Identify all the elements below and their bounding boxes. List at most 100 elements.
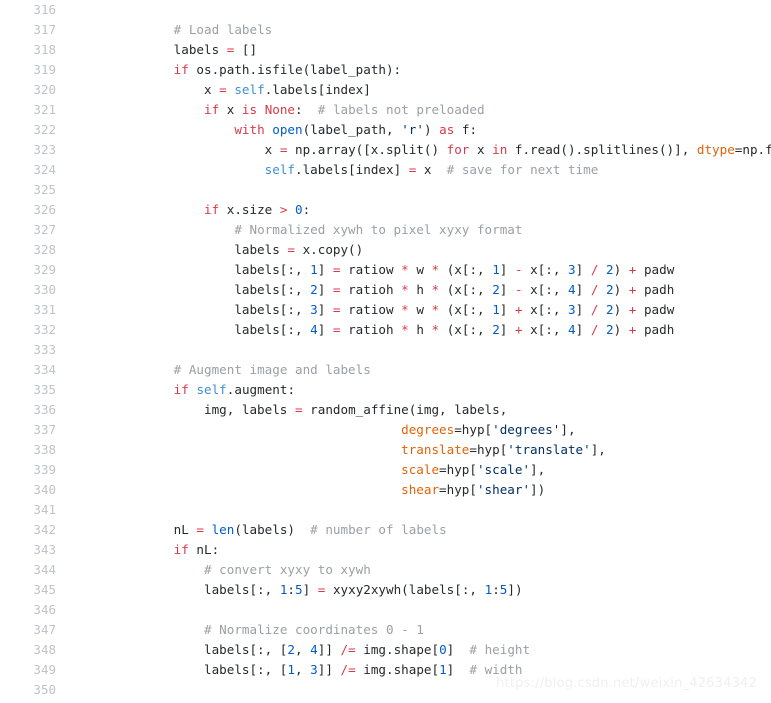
code-line-content[interactable]: img, labels = random_affine(img, labels, xyxy=(66,400,771,420)
code-line-content[interactable]: # Load labels xyxy=(66,20,771,40)
code-token-num: 0 xyxy=(295,202,303,217)
code-line-content[interactable]: labels[:, 4] = ratioh * h * (x[:, 2] + x… xyxy=(66,320,771,340)
code-line-content[interactable]: translate=hyp['translate'], xyxy=(66,440,771,460)
line-number: 333 xyxy=(0,340,66,360)
line-number: 350 xyxy=(0,680,66,700)
code-line: 348 labels[:, [2, 4]] /= img.shape[0] # … xyxy=(0,640,771,660)
code-token-plain: x.copy() xyxy=(294,242,364,257)
code-token-comment: # Load labels xyxy=(173,22,273,37)
code-line: 316 xyxy=(0,0,771,20)
code-line-content[interactable]: x = self.labels[index] xyxy=(66,80,771,100)
line-number: 338 xyxy=(0,440,66,460)
code-line-content[interactable]: # Normalize coordinates 0 - 1 xyxy=(66,620,771,640)
code-line: 336 img, labels = random_affine(img, lab… xyxy=(0,400,771,420)
code-line-content[interactable]: x = np.array([x.split() for x in f.read(… xyxy=(66,140,771,160)
code-token-plain: .labels[index] xyxy=(295,162,409,177)
code-line-content[interactable]: labels = x.copy() xyxy=(66,240,771,260)
code-token-num: 3 xyxy=(568,262,576,277)
code-line-content[interactable]: labels[:, 3] = ratiow * w * (x[:, 1] + x… xyxy=(66,300,771,320)
code-line-content[interactable]: scale=hyp['scale'], xyxy=(66,460,771,480)
code-token-op: = xyxy=(196,522,204,537)
line-number: 342 xyxy=(0,520,66,540)
code-line-content[interactable]: labels[:, 1:5] = xyxy2xywh(labels[:, 1:5… xyxy=(66,580,771,600)
code-token-op: = xyxy=(332,262,341,277)
code-token-comment: # Normalize coordinates 0 - 1 xyxy=(204,622,424,637)
code-token-num: 5 xyxy=(295,582,303,597)
code-line-content[interactable] xyxy=(66,0,771,20)
code-line-content[interactable] xyxy=(66,500,771,520)
code-line-content[interactable] xyxy=(66,340,771,360)
code-token-plain: padh xyxy=(636,322,675,337)
code-token-plain: ] xyxy=(575,322,591,337)
code-token-plain: ] xyxy=(499,282,515,297)
code-token-op: /= xyxy=(340,642,356,657)
code-token-op: * xyxy=(401,282,409,297)
code-line: 330 labels[:, 2] = ratioh * h * (x[:, 2]… xyxy=(0,280,771,300)
code-line-content[interactable]: degrees=hyp['degrees'], xyxy=(66,420,771,440)
line-number: 332 xyxy=(0,320,66,340)
code-token-plain: nL xyxy=(113,522,197,537)
code-line-content[interactable] xyxy=(66,680,771,700)
code-token-fn: len xyxy=(211,522,235,537)
code-line-content[interactable]: labels[:, [1, 3]] /= img.shape[1] # widt… xyxy=(66,660,771,680)
code-line-content[interactable]: if self.augment: xyxy=(66,380,771,400)
code-listing: 316 317 # Load labels 318 labels = [] 319 … xyxy=(0,0,771,700)
code-token-op: = xyxy=(287,242,295,257)
line-number: 321 xyxy=(0,100,66,120)
code-token-plain: ] xyxy=(499,262,515,277)
code-token-plain: .augment: xyxy=(226,382,296,397)
code-token-comment: # number of labels xyxy=(295,522,447,537)
code-line-content[interactable]: labels[:, [2, 4]] /= img.shape[0] # heig… xyxy=(66,640,771,660)
code-token-param: degrees xyxy=(401,422,455,437)
code-token-num: 2 xyxy=(606,282,614,297)
code-line-content[interactable]: if x.size > 0: xyxy=(66,200,771,220)
code-token-num: 3 xyxy=(310,302,318,317)
code-line-content[interactable]: if x is None: # labels not preloaded xyxy=(66,100,771,120)
code-token-plain: x[:, xyxy=(522,302,569,317)
code-line-content[interactable]: with open(label_path, 'r') as f: xyxy=(66,120,771,140)
code-token-op: * xyxy=(401,302,409,317)
code-line-content[interactable]: # Augment image and labels xyxy=(66,360,771,380)
code-token-plain: (x[:, xyxy=(439,302,493,317)
code-token-plain: h xyxy=(408,282,432,297)
code-line-content[interactable]: if os.path.isfile(label_path): xyxy=(66,60,771,80)
code-token-plain: ratioh xyxy=(340,322,402,337)
code-token-kw: None xyxy=(264,102,296,117)
code-line: 341 xyxy=(0,500,771,520)
code-token-plain: ] xyxy=(317,322,333,337)
code-line: 329 labels[:, 1] = ratiow * w * (x[:, 1]… xyxy=(0,260,771,280)
code-line-content[interactable] xyxy=(66,600,771,620)
code-line-content[interactable]: nL = len(labels) # number of labels xyxy=(66,520,771,540)
code-line-content[interactable]: if nL: xyxy=(66,540,771,560)
code-token-plain: labels[:, xyxy=(113,582,280,597)
code-line-content[interactable]: self.labels[index] = x # save for next t… xyxy=(66,160,771,180)
code-token-op: /= xyxy=(340,662,356,677)
code-line: 347 # Normalize coordinates 0 - 1 xyxy=(0,620,771,640)
code-line-content[interactable]: # convert xyxy to xywh xyxy=(66,560,771,580)
code-token-plain: x xyxy=(113,82,220,97)
line-number: 323 xyxy=(0,140,66,160)
code-line-content[interactable]: labels[:, 1] = ratiow * w * (x[:, 1] - x… xyxy=(66,260,771,280)
code-viewer[interactable]: 316 317 # Load labels 318 labels = [] 319 … xyxy=(0,0,771,703)
code-token-plain: (label_path, xyxy=(302,122,402,137)
code-line-content[interactable] xyxy=(66,180,771,200)
code-token-plain: labels[:, xyxy=(113,282,311,297)
code-token-plain: ] xyxy=(575,302,591,317)
code-line-content[interactable]: # Normalized xywh to pixel xyxy format xyxy=(66,220,771,240)
code-line-content[interactable]: shear=hyp['shear']) xyxy=(66,480,771,500)
line-number: 322 xyxy=(0,120,66,140)
code-token-plain: x xyxy=(416,162,432,177)
code-token-op: + xyxy=(514,322,523,337)
code-token-param: scale xyxy=(401,462,440,477)
code-line-content[interactable]: labels = [] xyxy=(66,40,771,60)
code-token-comment: # Augment image and labels xyxy=(173,362,371,377)
line-number: 346 xyxy=(0,600,66,620)
code-line-content[interactable]: labels[:, 2] = ratioh * h * (x[:, 2] - x… xyxy=(66,280,771,300)
code-token-plain: ] xyxy=(317,282,333,297)
